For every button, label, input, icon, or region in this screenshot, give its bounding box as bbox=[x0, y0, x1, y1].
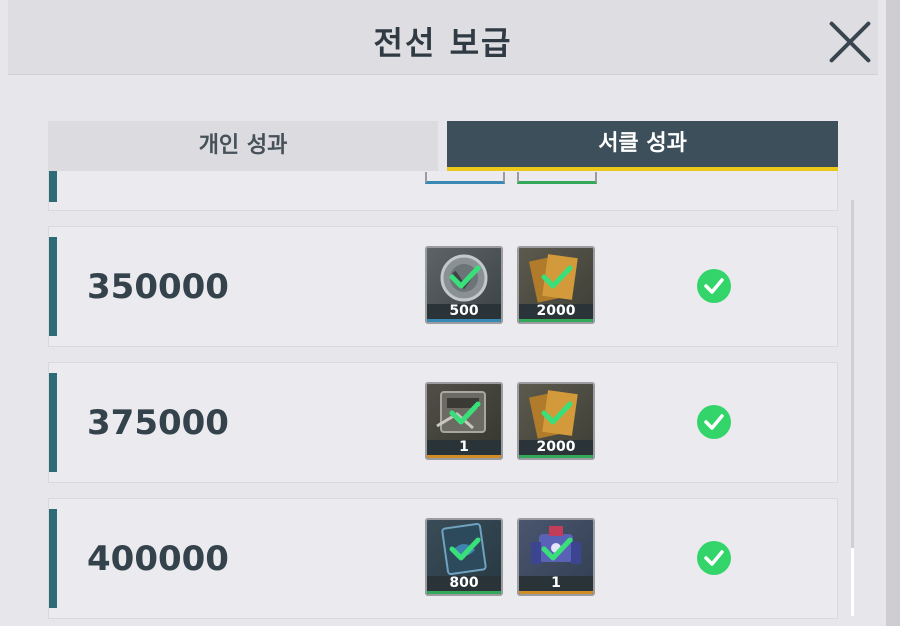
reward-quantity: 500 bbox=[427, 304, 501, 322]
reward-tile-partial bbox=[517, 172, 597, 184]
reward-list[interactable]: 350000 500 2000 375000 1 2000 400000 800… bbox=[0, 171, 900, 626]
reward-quantity: 2000 bbox=[519, 440, 593, 458]
reward-item[interactable]: 500 bbox=[425, 246, 503, 324]
list-item-partial bbox=[48, 171, 838, 211]
reward-item[interactable]: 800 bbox=[425, 518, 503, 596]
claimed-check-icon bbox=[697, 541, 731, 575]
reward-item[interactable]: 1 bbox=[425, 382, 503, 460]
claimed-check-icon bbox=[697, 269, 731, 303]
reward-quantity: 1 bbox=[427, 440, 501, 458]
row-accent bbox=[49, 237, 57, 336]
reward-item[interactable]: 1 bbox=[517, 518, 595, 596]
list-item: 375000 1 2000 bbox=[48, 362, 838, 483]
checkmark-icon bbox=[541, 265, 573, 289]
checkmark-icon bbox=[541, 401, 573, 425]
tab-personal-achievement[interactable]: 개인 성과 bbox=[48, 121, 438, 171]
score-threshold: 375000 bbox=[87, 403, 229, 443]
close-icon[interactable] bbox=[826, 18, 874, 66]
row-accent bbox=[49, 509, 57, 608]
checkmark-icon bbox=[449, 265, 481, 289]
row-accent bbox=[49, 171, 57, 202]
reward-quantity: 2000 bbox=[519, 304, 593, 322]
checkmark-icon bbox=[449, 537, 481, 561]
reward-item[interactable]: 2000 bbox=[517, 246, 595, 324]
list-item: 350000 500 2000 bbox=[48, 226, 838, 347]
reward-quantity: 800 bbox=[427, 576, 501, 594]
list-item: 400000 800 1 bbox=[48, 498, 838, 619]
tab-circle-achievement[interactable]: 서클 성과 bbox=[447, 121, 838, 171]
checkmark-icon bbox=[449, 401, 481, 425]
checkmark-icon bbox=[541, 537, 573, 561]
score-threshold: 350000 bbox=[87, 267, 229, 307]
reward-item[interactable]: 2000 bbox=[517, 382, 595, 460]
scrollbar-thumb[interactable] bbox=[851, 548, 854, 616]
row-accent bbox=[49, 373, 57, 472]
reward-quantity: 1 bbox=[519, 576, 593, 594]
claimed-check-icon bbox=[697, 405, 731, 439]
page-title: 전선 보급 bbox=[373, 24, 513, 62]
score-threshold: 400000 bbox=[87, 539, 229, 579]
header-bar: 전선 보급 bbox=[8, 0, 878, 75]
reward-tile-partial bbox=[425, 172, 505, 184]
